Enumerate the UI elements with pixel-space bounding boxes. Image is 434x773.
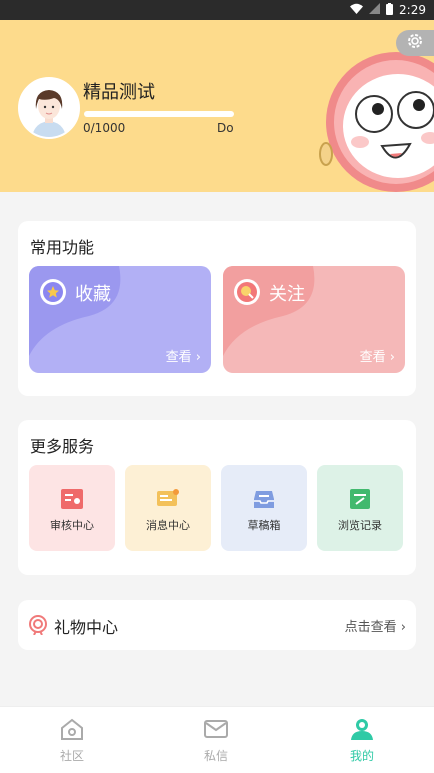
home-icon [59,718,85,745]
tab-community-label: 社区 [59,749,84,763]
user-icon [349,719,375,745]
gift-center-row[interactable]: 礼物中心 点击查看 › [18,600,416,650]
signal-icon [369,3,381,17]
review-center-button[interactable]: 审核中心 [29,465,115,551]
mail-icon [203,720,229,745]
browse-history-label: 浏览记录 [338,519,382,532]
settings-button[interactable] [396,30,434,56]
drafts-box-icon [252,487,276,511]
common-functions-title: 常用功能 [30,238,95,257]
progress-value: 0/1000 [83,121,126,135]
chevron-right-icon: › [195,350,201,365]
more-services-title: 更多服务 [30,437,95,456]
gift-center-label: 礼物中心 [54,618,119,637]
bottom-tab-bar: 社区 私信 我的 [0,706,434,773]
collect-view-link[interactable]: 查看 › [166,346,201,365]
tab-mine[interactable]: 我的 [322,717,402,764]
wifi-icon [350,3,364,17]
profile-name: 精品测试 [83,82,155,103]
level-label: Do [217,121,234,135]
gift-view-link[interactable]: 点击查看 › [345,616,406,635]
follow-view-link[interactable]: 查看 › [360,346,395,365]
avatar[interactable] [18,77,80,139]
status-bar: 2:29 [0,0,434,20]
history-icon [348,487,372,511]
browse-history-button[interactable]: 浏览记录 [317,465,403,551]
tab-messages-label: 私信 [203,749,228,763]
level-progress-bar [84,111,234,117]
drafts-label: 草稿箱 [247,519,281,532]
tab-messages[interactable]: 私信 [176,717,256,764]
more-services-card: 更多服务 审核中心 消息中心 草稿箱 浏览记录 [18,420,416,575]
common-functions-card: 常用功能 收藏 查看 › 关注 查看 › [18,221,416,396]
chevron-right-icon: › [400,620,406,635]
message-center-label: 消息中心 [146,519,190,532]
battery-icon [386,2,394,18]
mascot-illustration [318,42,434,192]
follow-card[interactable]: 关注 查看 › [223,266,405,373]
tab-mine-label: 我的 [349,749,374,763]
gear-icon [406,32,424,54]
chevron-right-icon: › [389,350,395,365]
message-icon [156,487,180,511]
status-time: 2:29 [399,3,426,17]
collect-card[interactable]: 收藏 查看 › [29,266,211,373]
message-center-button[interactable]: 消息中心 [125,465,211,551]
tab-community[interactable]: 社区 [32,717,112,764]
collect-label: 收藏 [75,284,111,305]
follow-label: 关注 [269,284,305,305]
review-icon [60,487,84,511]
follow-icon [234,279,260,305]
profile-header: 精品测试 0/1000 Do [0,20,434,192]
review-center-label: 审核中心 [50,519,94,532]
gift-icon [29,615,47,639]
star-icon [40,279,66,305]
drafts-button[interactable]: 草稿箱 [221,465,307,551]
